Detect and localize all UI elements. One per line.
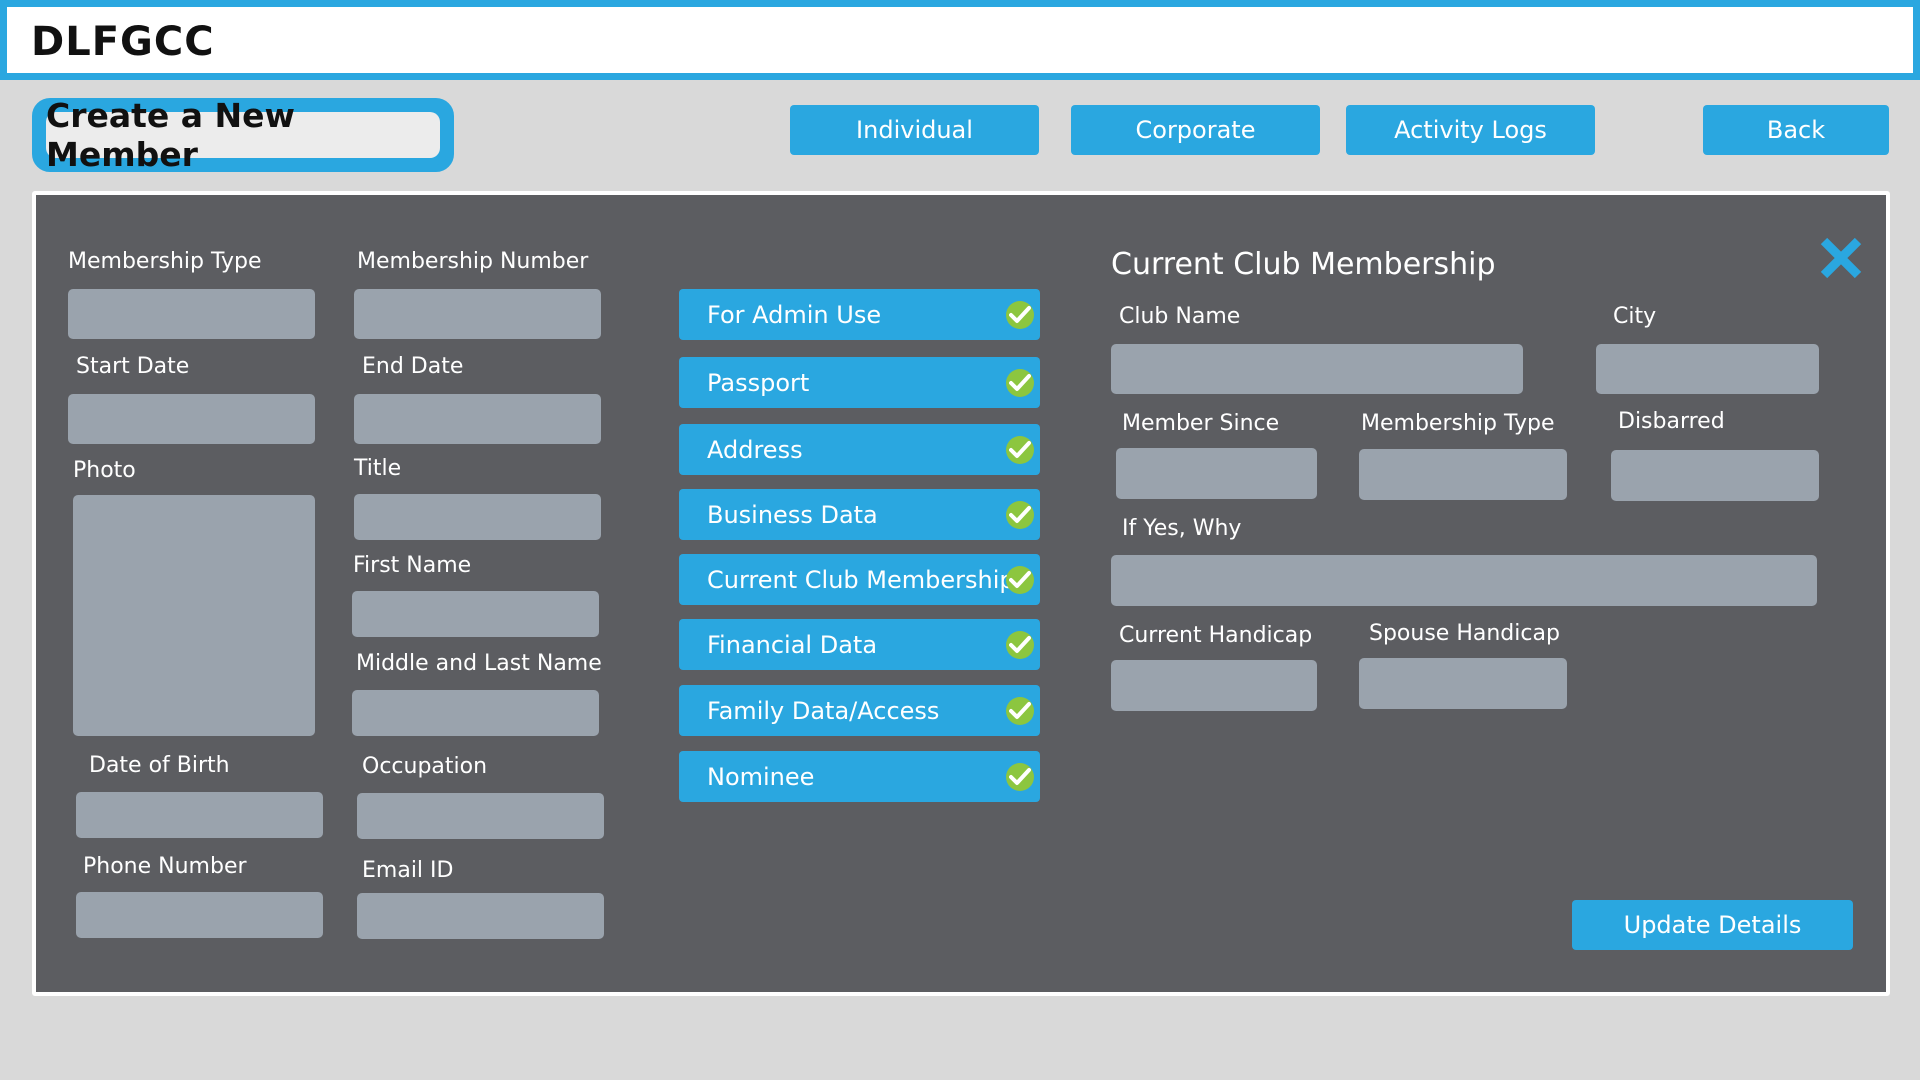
section-label: Nominee <box>707 762 815 791</box>
page-heading-box: Create a New Member <box>32 96 454 174</box>
city-label: City <box>1613 304 1657 329</box>
check-circle-icon <box>1006 369 1034 397</box>
first-name-field[interactable] <box>352 591 599 637</box>
section-passport[interactable]: Passport <box>679 357 1040 408</box>
membership-type-field[interactable] <box>68 289 315 339</box>
current-handicap-field[interactable] <box>1111 660 1317 711</box>
occupation-label: Occupation <box>362 754 488 779</box>
if-yes-why-field[interactable] <box>1111 555 1817 606</box>
update-details-button[interactable]: Update Details <box>1572 900 1853 950</box>
section-address[interactable]: Address <box>679 424 1040 475</box>
activity-logs-button[interactable]: Activity Logs <box>1346 105 1595 155</box>
check-circle-icon <box>1006 501 1034 529</box>
email-id-field[interactable] <box>357 893 604 939</box>
photo-label: Photo <box>73 458 136 483</box>
email-id-label: Email ID <box>362 858 454 883</box>
occupation-field[interactable] <box>357 793 604 839</box>
section-business-data[interactable]: Business Data <box>679 489 1040 540</box>
middle-last-name-label: Middle and Last Name <box>356 651 602 676</box>
title-field[interactable] <box>354 494 601 540</box>
section-label: Financial Data <box>707 630 878 659</box>
section-nominee[interactable]: Nominee <box>679 751 1040 802</box>
check-circle-icon <box>1006 697 1034 725</box>
check-circle-icon <box>1006 566 1034 594</box>
club-membership-type-label: Membership Type <box>1361 411 1555 436</box>
close-icon[interactable] <box>1818 235 1864 281</box>
individual-button[interactable]: Individual <box>790 105 1039 155</box>
date-of-birth-field[interactable] <box>76 792 323 838</box>
app-title: DLFGCC <box>31 19 215 65</box>
section-label: Family Data/Access <box>707 696 940 725</box>
start-date-field[interactable] <box>68 394 315 444</box>
check-circle-icon <box>1006 631 1034 659</box>
club-name-label: Club Name <box>1119 304 1241 329</box>
end-date-label: End Date <box>362 354 464 379</box>
current-club-membership-heading: Current Club Membership <box>1111 247 1496 282</box>
section-label: Passport <box>707 368 810 397</box>
phone-number-field[interactable] <box>76 892 323 938</box>
date-of-birth-label: Date of Birth <box>89 753 230 778</box>
disbarred-field[interactable] <box>1611 450 1819 501</box>
section-label: For Admin Use <box>707 300 882 329</box>
phone-number-label: Phone Number <box>83 854 247 879</box>
current-handicap-label: Current Handicap <box>1119 623 1313 648</box>
membership-number-field[interactable] <box>354 289 601 339</box>
disbarred-label: Disbarred <box>1618 409 1725 434</box>
section-current-club-membership[interactable]: Current Club Membership <box>679 554 1040 605</box>
check-circle-icon <box>1006 301 1034 329</box>
membership-number-label: Membership Number <box>357 249 589 274</box>
member-form-panel: Membership Type Membership Number Start … <box>32 191 1890 996</box>
page-title: Create a New Member <box>46 96 296 174</box>
section-label: Address <box>707 435 803 464</box>
title-label: Title <box>354 456 402 481</box>
corporate-button[interactable]: Corporate <box>1071 105 1320 155</box>
spouse-handicap-field[interactable] <box>1359 658 1567 709</box>
section-for-admin-use[interactable]: For Admin Use <box>679 289 1040 340</box>
check-circle-icon <box>1006 436 1034 464</box>
section-financial-data[interactable]: Financial Data <box>679 619 1040 670</box>
photo-upload-box[interactable] <box>73 495 315 736</box>
club-membership-type-field[interactable] <box>1359 449 1567 500</box>
section-label: Business Data <box>707 500 878 529</box>
section-label: Current Club Membership <box>707 565 1015 594</box>
club-name-field[interactable] <box>1111 344 1523 394</box>
member-since-label: Member Since <box>1122 411 1280 436</box>
back-button[interactable]: Back <box>1703 105 1889 155</box>
first-name-label: First Name <box>353 553 472 578</box>
check-circle-icon <box>1006 763 1034 791</box>
middle-last-name-field[interactable] <box>352 690 599 736</box>
section-family-data-access[interactable]: Family Data/Access <box>679 685 1040 736</box>
membership-type-label: Membership Type <box>68 249 262 274</box>
if-yes-why-label: If Yes, Why <box>1122 516 1242 541</box>
end-date-field[interactable] <box>354 394 601 444</box>
spouse-handicap-label: Spouse Handicap <box>1369 621 1560 646</box>
app-header: DLFGCC <box>0 0 1920 80</box>
member-since-field[interactable] <box>1116 448 1317 499</box>
city-field[interactable] <box>1596 344 1819 394</box>
start-date-label: Start Date <box>76 354 190 379</box>
